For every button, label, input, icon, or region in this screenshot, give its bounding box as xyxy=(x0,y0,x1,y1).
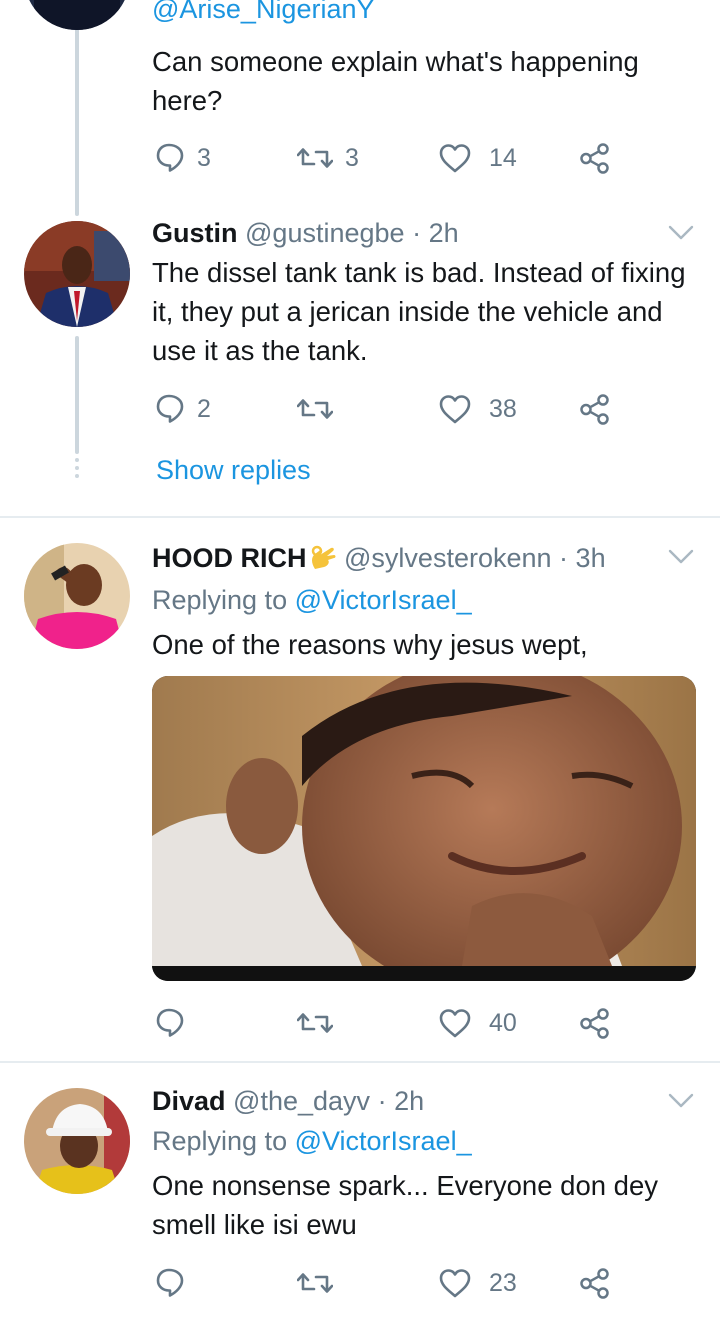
share-nodes-icon xyxy=(580,142,609,174)
like-count: 38 xyxy=(489,394,517,423)
heart-icon xyxy=(439,394,471,423)
reply-context-handle[interactable]: @Arise_NigerianY xyxy=(152,0,375,25)
retweet-button[interactable] xyxy=(297,392,333,426)
separator-dot: · xyxy=(559,543,569,573)
tweet-header: Divad @the_dayv · 2h xyxy=(152,1085,424,1117)
tweet-actions: 23 xyxy=(152,1266,622,1300)
reply-button[interactable] xyxy=(155,1006,185,1040)
user-handle[interactable]: @gustinegbe xyxy=(245,218,405,248)
retweet-arrows-icon xyxy=(297,1273,333,1293)
retweet-arrows-icon xyxy=(297,148,333,168)
tweet-divider xyxy=(0,1061,720,1063)
like-button[interactable]: 38 xyxy=(439,392,517,426)
share-button[interactable] xyxy=(579,392,609,426)
reply-button[interactable]: 3 xyxy=(155,141,211,175)
chevron-down-icon[interactable] xyxy=(668,1093,694,1109)
avatar-hood-rich[interactable] xyxy=(24,543,130,649)
display-name[interactable]: Divad xyxy=(152,1086,226,1116)
like-button[interactable]: 14 xyxy=(439,141,517,175)
timestamp[interactable]: 2h xyxy=(429,218,459,248)
retweet-button[interactable]: 3 xyxy=(297,141,359,175)
like-button[interactable]: 23 xyxy=(439,1266,517,1300)
like-count: 23 xyxy=(489,1268,517,1297)
reply-count: 3 xyxy=(197,143,211,172)
speech-bubble-icon xyxy=(156,1008,184,1037)
user-handle[interactable]: @the_dayv xyxy=(233,1086,370,1116)
tweet-text: Can someone explain what's happening her… xyxy=(152,46,639,116)
speech-bubble-icon xyxy=(156,1268,184,1297)
retweet-arrows-icon xyxy=(297,399,333,419)
reply-count: 2 xyxy=(197,394,211,423)
reply-button[interactable] xyxy=(155,1266,185,1300)
share-nodes-icon xyxy=(580,1267,609,1299)
heart-icon xyxy=(439,143,471,172)
chevron-down-icon[interactable] xyxy=(668,549,694,565)
avatar-divad[interactable] xyxy=(24,1088,130,1194)
share-nodes-icon xyxy=(580,393,609,425)
share-nodes-icon xyxy=(580,1007,609,1039)
tweet-actions: 2 38 xyxy=(152,392,622,426)
avatar-gustin[interactable] xyxy=(24,221,130,327)
thread-line-top xyxy=(75,0,79,216)
heart-icon xyxy=(439,1008,471,1037)
share-button[interactable] xyxy=(579,1006,609,1040)
tweet-actions: 40 xyxy=(152,1006,622,1040)
tweet-divider xyxy=(0,516,720,518)
replying-to-handle[interactable]: @VictorIsrael_ xyxy=(295,585,472,615)
tweet-text: One of the reasons why jesus wept, xyxy=(152,629,588,660)
ok-hand-emoji-icon xyxy=(311,545,335,569)
share-button[interactable] xyxy=(579,1266,609,1300)
share-button[interactable] xyxy=(579,141,609,175)
retweet-count: 3 xyxy=(345,143,359,172)
tweet-media-image[interactable] xyxy=(152,676,696,981)
separator-dot: · xyxy=(377,1086,387,1116)
thread-ellipsis-dots xyxy=(75,458,79,482)
retweet-button[interactable] xyxy=(297,1266,333,1300)
user-handle[interactable]: @sylvesterokenn xyxy=(344,543,552,573)
timestamp[interactable]: 2h xyxy=(394,1086,424,1116)
tweet-header: HOOD RICH @sylvesterokenn · 3h xyxy=(152,542,606,574)
display-name[interactable]: HOOD RICH xyxy=(152,543,307,573)
speech-bubble-icon xyxy=(156,394,184,423)
show-replies-link[interactable]: Show replies xyxy=(156,452,311,488)
replying-to-label: Replying to xyxy=(152,585,288,615)
tweet-text: The dissel tank tank is bad. Instead of … xyxy=(152,257,686,366)
speech-bubble-icon xyxy=(156,143,184,172)
replying-to: Replying to @VictorIsrael_ xyxy=(152,584,472,616)
tweet-header: Gustin @gustinegbe · 2h xyxy=(152,217,459,249)
replying-to-handle[interactable]: @VictorIsrael_ xyxy=(295,1126,472,1156)
like-count: 14 xyxy=(489,143,517,172)
avatar-arise[interactable] xyxy=(24,0,130,30)
tweet-text: One nonsense spark... Everyone don dey s… xyxy=(152,1170,659,1240)
replying-to-label: Replying to xyxy=(152,1126,288,1156)
separator-dot: · xyxy=(412,218,422,248)
timestamp[interactable]: 3h xyxy=(576,543,606,573)
replying-to: Replying to @VictorIsrael_ xyxy=(152,1125,472,1157)
chevron-down-icon[interactable] xyxy=(668,225,694,241)
retweet-arrows-icon xyxy=(297,1013,333,1033)
retweet-button[interactable] xyxy=(297,1006,333,1040)
heart-icon xyxy=(439,1268,471,1297)
tweet-actions: 3 3 14 xyxy=(152,141,622,175)
like-button[interactable]: 40 xyxy=(439,1006,517,1040)
thread-line-middle xyxy=(75,336,79,454)
reply-button[interactable]: 2 xyxy=(155,392,211,426)
like-count: 40 xyxy=(489,1008,517,1037)
display-name[interactable]: Gustin xyxy=(152,218,238,248)
